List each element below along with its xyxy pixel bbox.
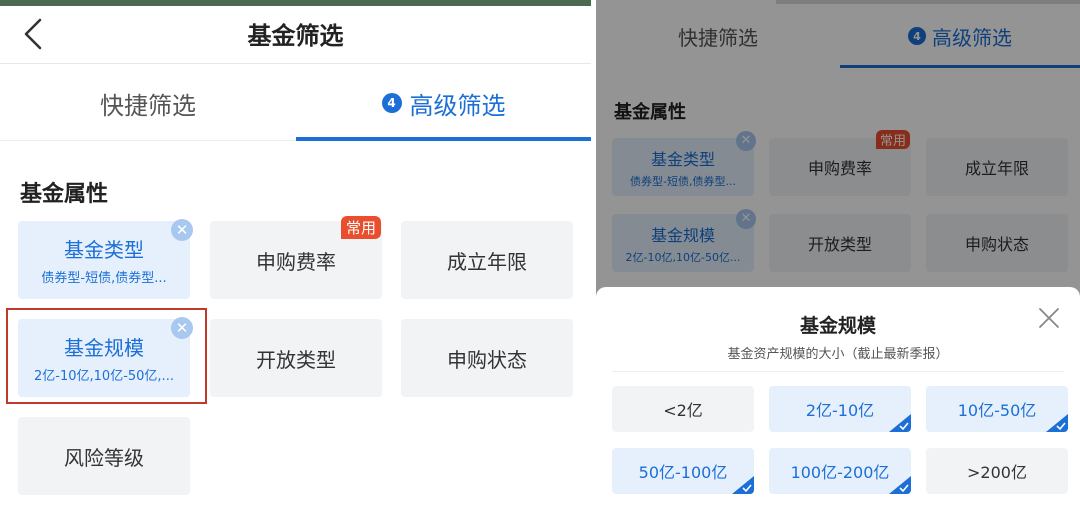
close-icon[interactable] (1036, 305, 1062, 331)
highlight-frame (6, 308, 207, 404)
filter-card-purchase-status[interactable]: 申购状态 (401, 319, 573, 397)
size-option[interactable]: 10亿-50亿 (926, 386, 1068, 432)
size-option-label: 2亿-10亿 (805, 401, 875, 420)
sheet-subtitle: 基金资产规模的大小（截止最新季报） (727, 347, 949, 362)
left-screen: 基金筛选 快捷筛选 4 高级筛选 基金属性 基金类型 债券型-短债,债券型...… (0, 0, 591, 511)
check-corner-icon (1046, 414, 1068, 432)
sheet-title: 基金规模 (799, 315, 876, 337)
page-title: 基金筛选 (247, 22, 344, 50)
sheet-divider (612, 371, 1064, 372)
filter-card-label: 申购费率 (256, 249, 336, 274)
filter-card-label: 申购状态 (447, 347, 527, 372)
tab-quick-filter[interactable]: 快捷筛选 (0, 65, 296, 141)
filter-tabs: 快捷筛选 4 高级筛选 (0, 65, 591, 141)
size-option[interactable]: 50亿-100亿 (612, 448, 754, 494)
filter-card-fund-type[interactable]: 基金类型 债券型-短债,债券型... (18, 221, 190, 299)
active-tab-indicator (296, 137, 591, 141)
right-screen: 快捷筛选 4 高级筛选 基金属性 基金类型 债券型-短债,债券型... ✕ 申购… (596, 0, 1080, 511)
filter-card-open-type[interactable]: 开放类型 (210, 319, 382, 397)
size-option-label: <2亿 (663, 401, 703, 420)
size-option[interactable]: >200亿 (926, 448, 1068, 494)
check-corner-icon (889, 414, 911, 432)
filter-count-badge: 4 (381, 93, 402, 113)
filter-card-label: 风险等级 (64, 445, 144, 470)
size-option-label: 10亿-50亿 (957, 401, 1037, 420)
filter-card-label: 基金类型 (64, 238, 144, 262)
size-option[interactable]: 2亿-10亿 (769, 386, 911, 432)
common-tag: 常用 (341, 216, 382, 239)
nav-header: 基金筛选 (0, 6, 591, 64)
size-option-label: 100亿-200亿 (790, 463, 890, 482)
size-option-label: >200亿 (967, 463, 1027, 482)
tab-advanced-filter-label: 高级筛选 (409, 91, 506, 120)
check-corner-icon (889, 476, 911, 494)
filter-card-value: 债券型-短债,债券型... (41, 271, 167, 286)
check-corner-icon (732, 476, 754, 494)
size-option[interactable]: 100亿-200亿 (769, 448, 911, 494)
filter-card-established[interactable]: 成立年限 (401, 221, 573, 299)
filter-card-risk-level[interactable]: 风险等级 (18, 417, 190, 495)
close-icon[interactable]: ✕ (171, 219, 193, 241)
tab-quick-filter-label: 快捷筛选 (100, 91, 196, 120)
tab-advanced-filter[interactable]: 4 高级筛选 (296, 65, 591, 141)
filter-card-label: 成立年限 (447, 249, 527, 274)
size-option-label: 50亿-100亿 (638, 463, 728, 482)
filter-card-label: 开放类型 (256, 347, 336, 372)
fund-size-sheet: 基金规模 基金资产规模的大小（截止最新季报） <2亿 2亿-10亿 10亿-50… (596, 287, 1080, 511)
size-option[interactable]: <2亿 (612, 386, 754, 432)
section-title: 基金属性 (20, 182, 109, 207)
